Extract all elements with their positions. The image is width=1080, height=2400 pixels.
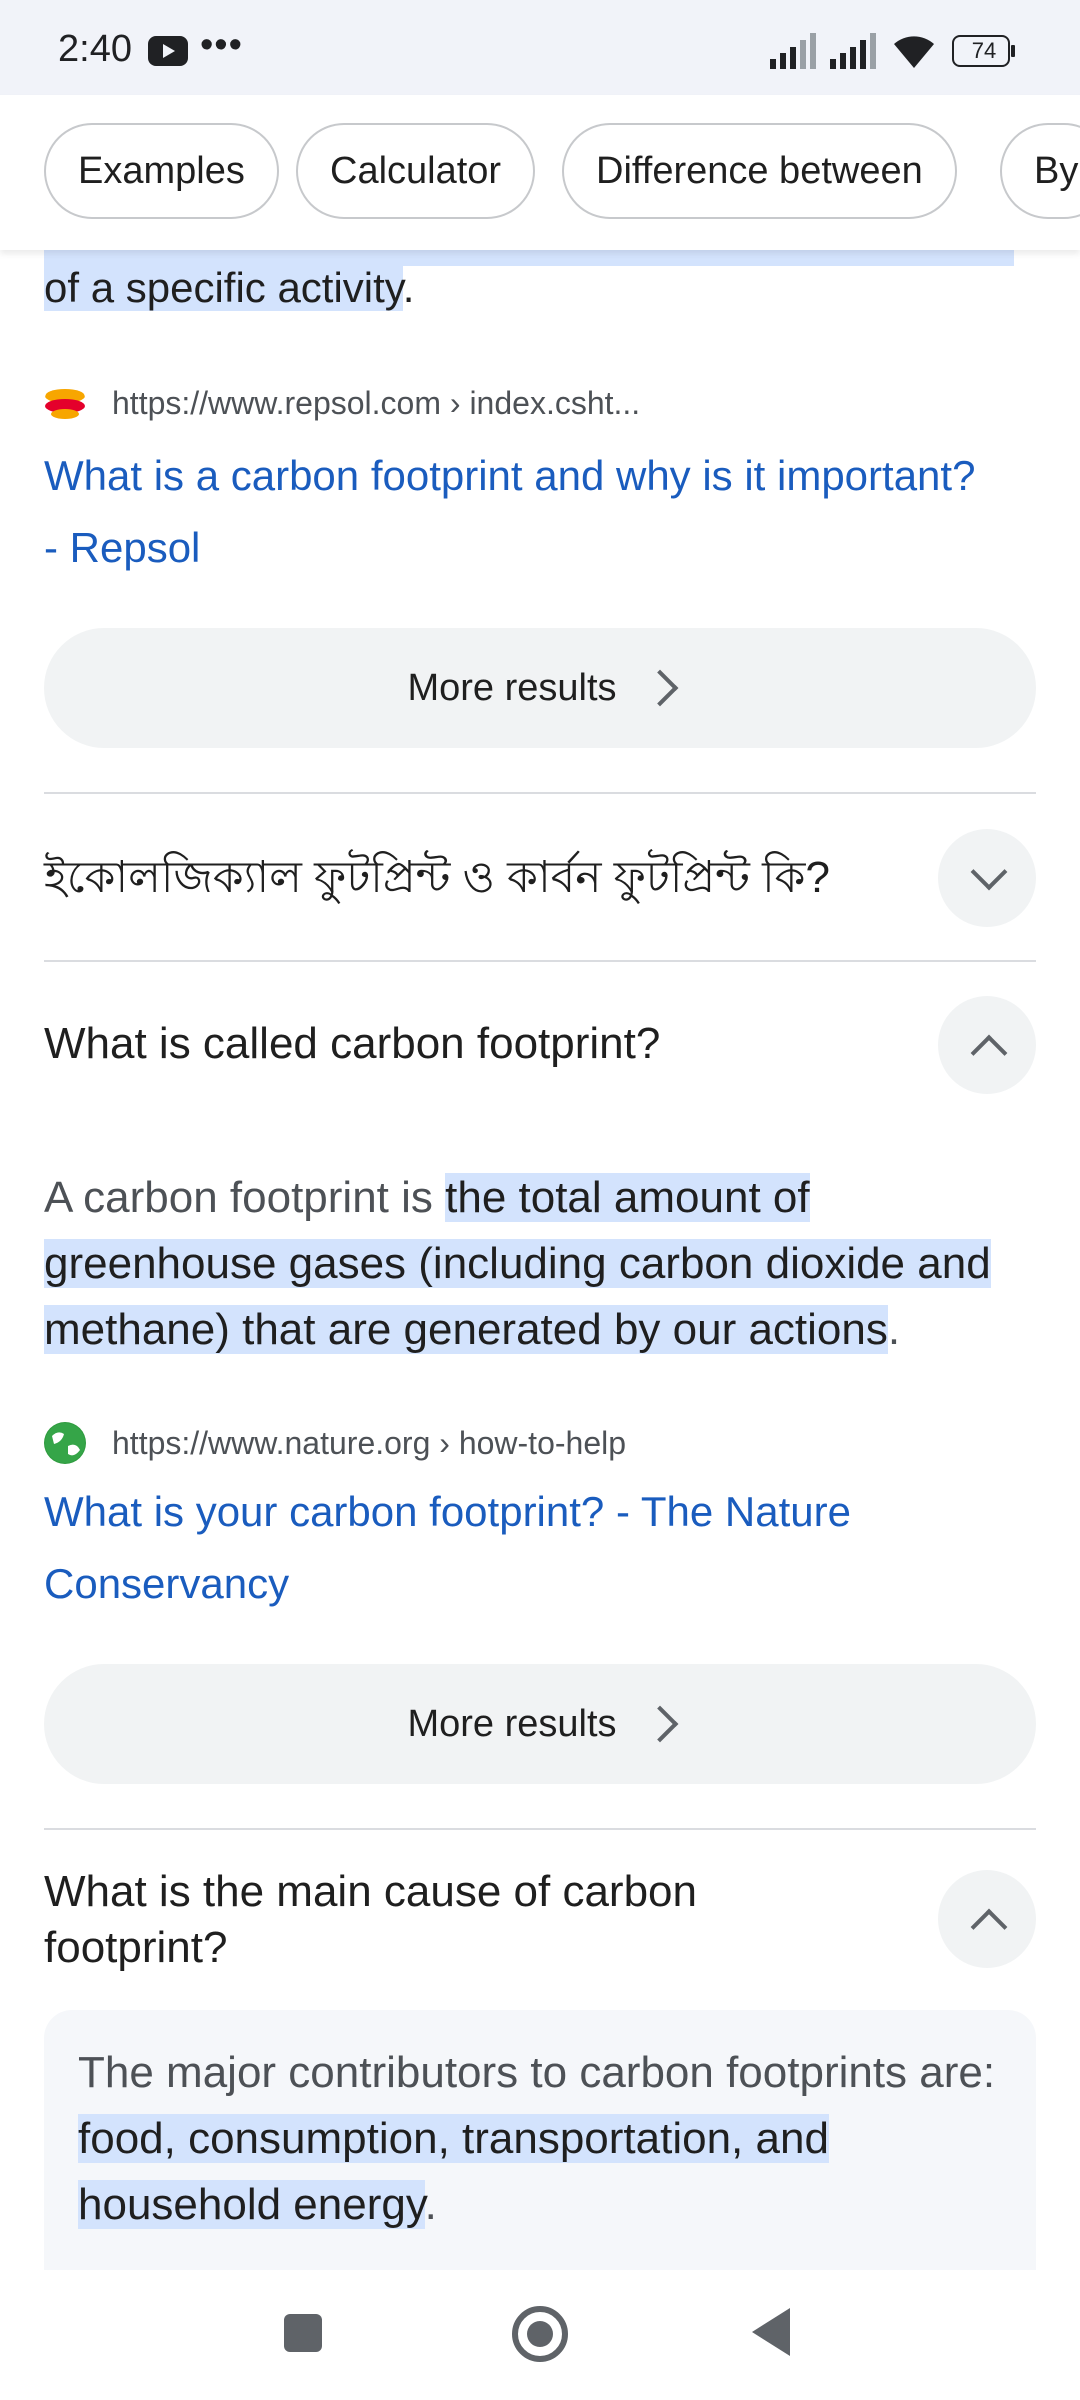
- answer-suffix: .: [424, 2180, 437, 2229]
- answer-text: The major contributors to carbon footpri…: [78, 2040, 1018, 2238]
- chevron-up-icon: [970, 1908, 1008, 1946]
- divider: [44, 1828, 1036, 1830]
- chevron-up-icon: [970, 1034, 1008, 1072]
- chip-examples[interactable]: Examples: [44, 123, 279, 219]
- repsol-favicon-icon: [44, 382, 86, 424]
- divider: [44, 960, 1036, 962]
- chevron-right-icon: [641, 669, 678, 707]
- source-url: https://www.repsol.com › index.csht...: [112, 384, 641, 421]
- question-title[interactable]: What is called carbon footprint?: [44, 1016, 660, 1072]
- answer-card: The major contributors to carbon footpri…: [44, 2010, 1036, 2270]
- more-results-label: More results: [407, 666, 617, 709]
- more-results-label: More results: [407, 1702, 617, 1745]
- source-row[interactable]: https://www.nature.org › how-to-help: [44, 1422, 626, 1464]
- chip-calculator[interactable]: Calculator: [296, 123, 536, 219]
- answer-text: A carbon footprint is the total amount o…: [44, 1165, 1044, 1363]
- snippet-text: of a specific activity.: [44, 264, 414, 312]
- snippet-tail: .: [402, 264, 415, 311]
- question-title[interactable]: What is the main cause of carbon footpri…: [44, 1864, 804, 1976]
- collapse-toggle[interactable]: [938, 1870, 1036, 1968]
- chip-by[interactable]: By: [1000, 123, 1080, 219]
- collapse-toggle[interactable]: [938, 996, 1036, 1094]
- result-link[interactable]: What is your carbon footprint? - The Nat…: [44, 1476, 994, 1620]
- back-icon[interactable]: [752, 2308, 790, 2356]
- home-icon[interactable]: [512, 2306, 568, 2362]
- expand-toggle[interactable]: [938, 829, 1036, 927]
- filter-chips: Examples Calculator Difference between B…: [0, 95, 1080, 250]
- answer-prefix: A carbon footprint is: [44, 1173, 446, 1222]
- nature-favicon-icon: [44, 1422, 86, 1464]
- source-url: https://www.nature.org › how-to-help: [112, 1424, 627, 1461]
- more-results-button[interactable]: More results: [44, 628, 1036, 748]
- chevron-down-icon: [970, 853, 1008, 891]
- source-row[interactable]: https://www.repsol.com › index.csht...: [44, 382, 640, 424]
- question-title[interactable]: ইকোলজিক্যাল ফুটপ্রিন্ট ও কার্বন ফুটপ্রিন…: [44, 850, 830, 906]
- system-nav-bar: [0, 2270, 1080, 2400]
- answer-highlight: food, consumption, transportation, and h…: [78, 2114, 829, 2229]
- divider: [44, 792, 1036, 794]
- answer-prefix: The major contributors to carbon footpri…: [78, 2048, 996, 2097]
- recents-icon[interactable]: [284, 2314, 322, 2352]
- snippet-highlight: of a specific activity: [44, 264, 403, 311]
- result-link[interactable]: What is a carbon footprint and why is it…: [44, 440, 994, 584]
- chevron-right-icon: [641, 1705, 678, 1743]
- more-results-button[interactable]: More results: [44, 1664, 1036, 1784]
- chip-difference-between[interactable]: Difference between: [562, 123, 957, 219]
- results-content: of a specific activity. https://www.reps…: [0, 0, 1080, 2400]
- answer-suffix: .: [887, 1305, 901, 1354]
